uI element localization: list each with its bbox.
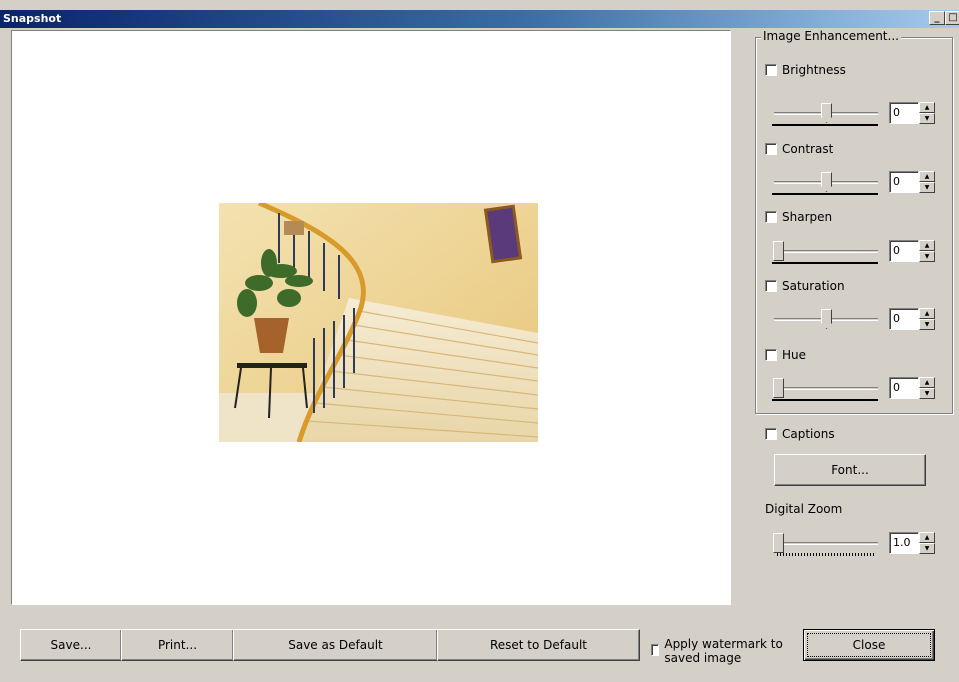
brightness-label: Brightness xyxy=(782,63,846,77)
captions-checkbox[interactable]: Captions xyxy=(765,427,835,441)
spin-up-icon[interactable]: ▲ xyxy=(919,377,935,388)
hue-value[interactable]: 0 xyxy=(889,377,919,399)
watermark-checkbox-box[interactable] xyxy=(651,644,660,656)
saturation-value[interactable]: 0 xyxy=(889,308,919,330)
print-button[interactable]: Print... xyxy=(121,629,234,661)
brightness-value[interactable]: 0 xyxy=(889,102,919,124)
spin-up-icon[interactable]: ▲ xyxy=(919,171,935,182)
watermark-checkbox[interactable]: Apply watermark to saved image xyxy=(651,637,791,665)
sharpen-slider-track xyxy=(774,250,878,253)
hue-spinner[interactable]: 0 ▲ ▼ xyxy=(889,377,935,399)
watermark-label: Apply watermark to saved image xyxy=(664,637,783,665)
sharpen-checkbox-box[interactable] xyxy=(765,211,777,223)
saturation-label: Saturation xyxy=(782,279,845,293)
contrast-slider[interactable] xyxy=(771,171,881,195)
sharpen-value[interactable]: 0 xyxy=(889,240,919,262)
sharpen-label: Sharpen xyxy=(782,210,833,224)
digital-zoom-label: Digital Zoom xyxy=(765,502,843,516)
maximize-button[interactable]: □ xyxy=(945,11,959,25)
image-enhancement-legend: Image Enhancement... xyxy=(761,29,901,43)
close-button-focus-rect xyxy=(807,633,931,657)
digital-zoom-slider-thumb[interactable] xyxy=(773,533,784,553)
staircase-photo xyxy=(219,203,538,442)
close-button[interactable]: Close xyxy=(803,629,935,661)
spin-up-icon[interactable]: ▲ xyxy=(919,240,935,251)
saturation-checkbox-box[interactable] xyxy=(765,280,777,292)
saturation-checkbox[interactable]: Saturation xyxy=(765,279,845,293)
captions-label: Captions xyxy=(782,427,835,441)
sharpen-checkbox[interactable]: Sharpen xyxy=(765,210,832,224)
spin-down-icon[interactable]: ▼ xyxy=(919,113,935,124)
digital-zoom-slider[interactable] xyxy=(771,532,881,556)
spin-down-icon[interactable]: ▼ xyxy=(919,543,935,554)
contrast-slider-underline xyxy=(772,193,878,195)
window-title: Snapshot xyxy=(3,12,62,25)
title-bar: Snapshot _ □ xyxy=(0,10,959,28)
brightness-spinner[interactable]: 0 ▲ ▼ xyxy=(889,102,935,124)
contrast-value[interactable]: 0 xyxy=(889,171,919,193)
spin-down-icon[interactable]: ▼ xyxy=(919,182,935,193)
saturation-slider-thumb[interactable] xyxy=(821,309,832,329)
preview-pane xyxy=(11,30,731,605)
sharpen-spinner[interactable]: 0 ▲ ▼ xyxy=(889,240,935,262)
contrast-spinner[interactable]: 0 ▲ ▼ xyxy=(889,171,935,193)
hue-slider[interactable] xyxy=(771,377,881,401)
brightness-checkbox[interactable]: Brightness xyxy=(765,63,846,77)
spin-up-icon[interactable]: ▲ xyxy=(919,532,935,543)
contrast-checkbox-box[interactable] xyxy=(765,143,777,155)
contrast-checkbox[interactable]: Contrast xyxy=(765,142,833,156)
hue-checkbox-box[interactable] xyxy=(765,349,777,361)
brightness-slider-thumb[interactable] xyxy=(821,103,832,123)
saturation-spin-arrows[interactable]: ▲ ▼ xyxy=(919,308,935,330)
contrast-label: Contrast xyxy=(782,142,834,156)
hue-checkbox[interactable]: Hue xyxy=(765,348,806,362)
saturation-slider[interactable] xyxy=(771,308,881,332)
hue-slider-thumb[interactable] xyxy=(773,378,784,398)
brightness-slider[interactable] xyxy=(771,102,881,126)
brightness-checkbox-box[interactable] xyxy=(765,64,777,76)
font-button[interactable]: Font... xyxy=(774,454,926,486)
save-button[interactable]: Save... xyxy=(20,629,122,661)
digital-zoom-value[interactable]: 1.0 xyxy=(889,532,919,554)
contrast-slider-thumb[interactable] xyxy=(821,172,832,192)
spin-up-icon[interactable]: ▲ xyxy=(919,102,935,113)
digital-zoom-spinner[interactable]: 1.0 ▲ ▼ xyxy=(889,532,935,554)
sharpen-slider-underline xyxy=(772,262,878,264)
spin-down-icon[interactable]: ▼ xyxy=(919,251,935,262)
spin-up-icon[interactable]: ▲ xyxy=(919,308,935,319)
digital-zoom-spin-arrows[interactable]: ▲ ▼ xyxy=(919,532,935,554)
sharpen-spin-arrows[interactable]: ▲ ▼ xyxy=(919,240,935,262)
sharpen-slider-thumb[interactable] xyxy=(773,241,784,261)
save-as-default-button[interactable]: Save as Default xyxy=(233,629,438,661)
reset-to-default-button[interactable]: Reset to Default xyxy=(437,629,640,661)
snapshot-image xyxy=(219,203,538,442)
saturation-spinner[interactable]: 0 ▲ ▼ xyxy=(889,308,935,330)
captions-checkbox-box[interactable] xyxy=(765,428,777,440)
hue-spin-arrows[interactable]: ▲ ▼ xyxy=(919,377,935,399)
digital-zoom-ticks xyxy=(777,553,875,556)
sharpen-slider[interactable] xyxy=(771,240,881,264)
hue-slider-track xyxy=(774,387,878,390)
hue-slider-underline xyxy=(772,399,878,401)
digital-zoom-slider-track xyxy=(774,542,878,545)
brightness-slider-underline xyxy=(772,124,878,126)
contrast-spin-arrows[interactable]: ▲ ▼ xyxy=(919,171,935,193)
spin-down-icon[interactable]: ▼ xyxy=(919,388,935,399)
spin-down-icon[interactable]: ▼ xyxy=(919,319,935,330)
brightness-spin-arrows[interactable]: ▲ ▼ xyxy=(919,102,935,124)
hue-label: Hue xyxy=(782,348,807,362)
minimize-button[interactable]: _ xyxy=(929,11,945,25)
